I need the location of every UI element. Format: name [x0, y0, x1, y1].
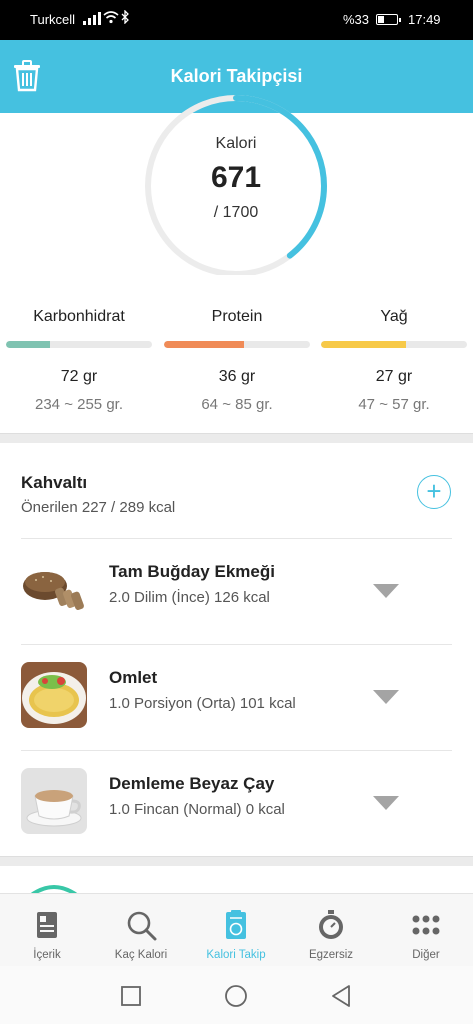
- recents-square-icon[interactable]: [119, 984, 143, 1008]
- search-icon: [127, 911, 157, 941]
- home-circle-icon[interactable]: [224, 984, 248, 1008]
- system-nav-bar: [0, 966, 473, 1024]
- food-name: Tam Buğday Ekmeği: [109, 562, 275, 581]
- battery-icon: [376, 14, 401, 25]
- omelette-image: [21, 662, 87, 728]
- food-item[interactable]: Tam Buğday Ekmeği 2.0 Dilim (İnce) 126 k…: [0, 538, 473, 644]
- macro-protein: Protein 36 gr 64 ~ 85 gr.: [164, 308, 310, 413]
- tab-label: Egzersiz: [308, 949, 354, 961]
- calorie-value: 671: [210, 161, 262, 194]
- tea-cup-image: [21, 768, 87, 834]
- tab-icerik[interactable]: İçerik: [0, 894, 94, 967]
- food-detail: 2.0 Dilim (İnce) 126 kcal: [109, 589, 270, 606]
- macro-progress-bar: [164, 341, 310, 348]
- food-name: Demleme Beyaz Çay: [109, 774, 275, 793]
- wifi-icon: [103, 10, 119, 27]
- macro-carbs: Karbonhidrat 72 gr 234 ~ 255 gr.: [6, 308, 152, 413]
- bluetooth-icon: [121, 9, 130, 27]
- bread-image: [21, 556, 87, 622]
- calorie-ring: Kalori 671 / 1700: [140, 90, 332, 275]
- tab-label: Kaç Kalori: [114, 949, 168, 961]
- chevron-down-icon[interactable]: [373, 796, 399, 810]
- macro-amount: 72 gr: [60, 368, 98, 385]
- macro-range: 64 ~ 85 gr.: [201, 396, 273, 413]
- food-item[interactable]: Omlet 1.0 Porsiyon (Orta) 101 kcal: [0, 644, 473, 750]
- meal-recommended: Önerilen 227 / 289 kcal: [21, 499, 176, 516]
- calorie-goal: / 1700: [213, 204, 259, 221]
- macro-name: Karbonhidrat: [33, 308, 125, 325]
- tab-label: Kalori Takip: [206, 949, 266, 961]
- bottom-tab-bar: İçerik Kaç Kalori Kalori Takip Egzersiz: [0, 893, 473, 966]
- tab-kalori-takip[interactable]: Kalori Takip: [189, 894, 283, 967]
- macro-amount: 27 gr: [375, 368, 413, 385]
- macro-amount: 36 gr: [218, 368, 256, 385]
- calorie-label: Kalori: [215, 135, 257, 152]
- stopwatch-icon: [319, 910, 343, 939]
- food-detail: 1.0 Porsiyon (Orta) 101 kcal: [109, 695, 296, 712]
- tab-diger[interactable]: Diğer: [379, 894, 473, 967]
- section-divider: [0, 856, 473, 866]
- clock: 17:49: [408, 12, 441, 27]
- food-name: Omlet: [109, 668, 158, 687]
- macro-progress-bar: [321, 341, 467, 348]
- grid-dots-icon: [412, 915, 440, 935]
- plus-circle-icon: +: [426, 476, 442, 506]
- book-icon: [37, 912, 57, 938]
- status-bar: Turkcell %33 17:49: [0, 0, 473, 40]
- macro-range: 47 ~ 57 gr.: [358, 396, 430, 413]
- meal-title: Kahvaltı: [21, 473, 88, 492]
- macro-fat: Yağ 27 gr 47 ~ 57 gr.: [321, 308, 467, 413]
- macro-range: 234 ~ 255 gr.: [35, 396, 123, 413]
- clipboard-apple-icon: [226, 910, 246, 939]
- macro-name: Yağ: [380, 308, 408, 325]
- macro-progress-bar: [6, 341, 152, 348]
- chevron-down-icon[interactable]: [373, 584, 399, 598]
- macro-name: Protein: [211, 308, 263, 325]
- tab-egzersiz[interactable]: Egzersiz: [284, 894, 378, 967]
- section-divider: [0, 433, 473, 443]
- page-title: Kalori Takipçisi: [170, 66, 303, 86]
- carrier-name: Turkcell: [30, 12, 76, 27]
- back-triangle-icon[interactable]: [329, 984, 353, 1008]
- food-detail: 1.0 Fincan (Normal) 0 kcal: [109, 801, 285, 818]
- battery-percent: %33: [343, 12, 370, 27]
- tab-kac-kalori[interactable]: Kaç Kalori: [94, 894, 188, 967]
- tab-label: Diğer: [412, 949, 440, 961]
- food-item[interactable]: Demleme Beyaz Çay 1.0 Fincan (Normal) 0 …: [0, 750, 473, 856]
- tab-label: İçerik: [33, 949, 61, 961]
- signal-icon: [83, 12, 101, 25]
- add-food-button[interactable]: +: [417, 475, 451, 509]
- chevron-down-icon[interactable]: [373, 690, 399, 704]
